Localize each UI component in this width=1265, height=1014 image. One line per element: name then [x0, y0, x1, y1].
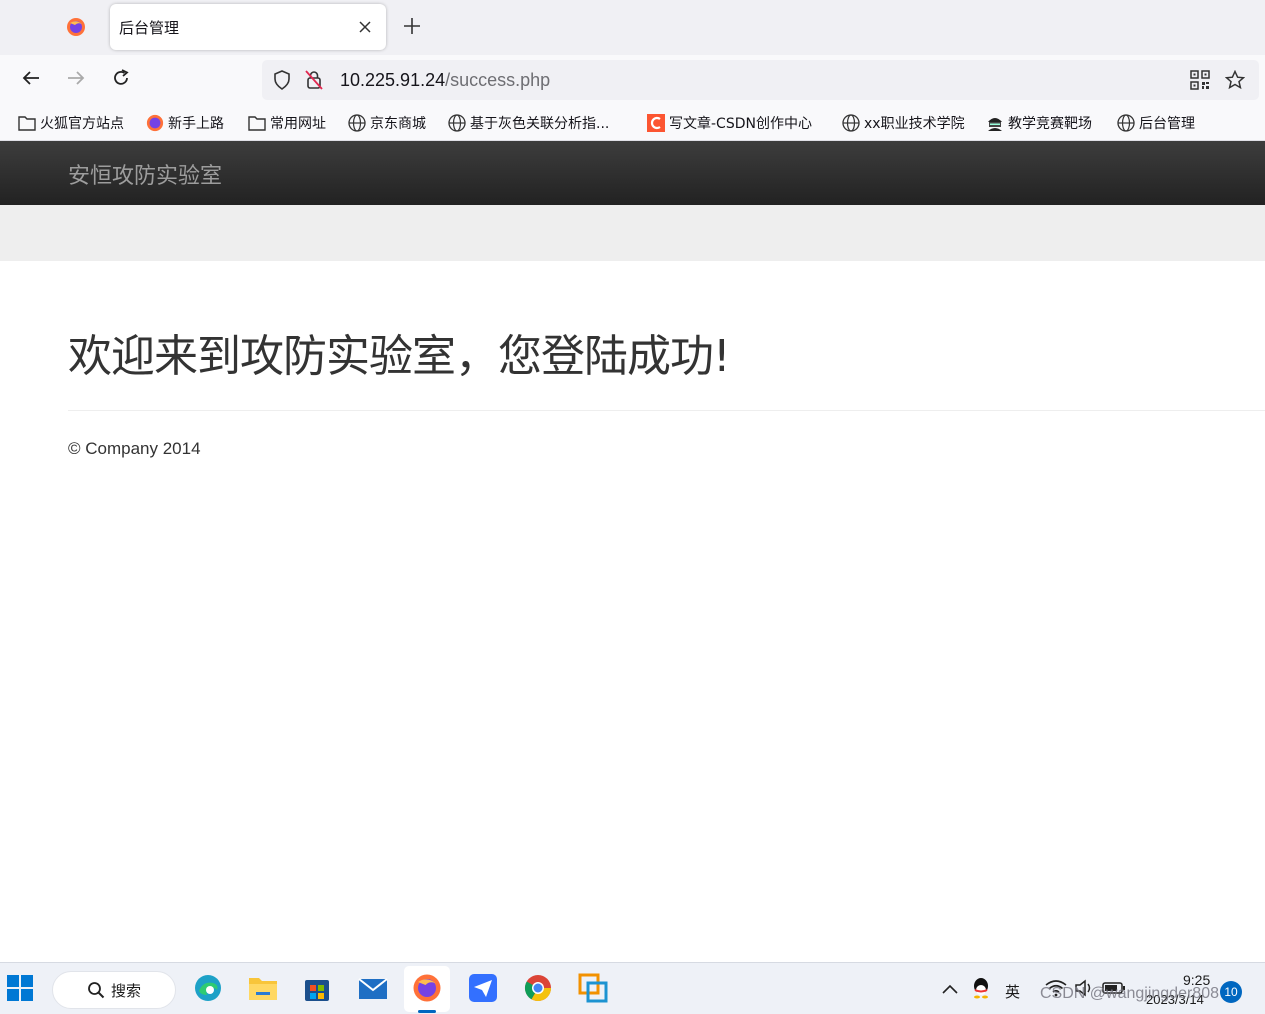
vmware-app[interactable] [577, 973, 609, 1008]
chrome-app[interactable] [522, 974, 554, 1006]
reload-button[interactable] [106, 65, 136, 95]
folder-icon [18, 114, 36, 132]
file-explorer-app[interactable] [247, 974, 279, 1006]
url-text[interactable]: 10.225.91.24/success.php [340, 70, 550, 91]
divider [68, 410, 1265, 411]
ime-indicator[interactable]: 英 [1005, 981, 1020, 1002]
welcome-heading: 欢迎来到攻防实验室，您登陆成功! [68, 331, 731, 382]
globe-icon [448, 114, 466, 132]
forward-button[interactable] [61, 65, 91, 95]
shield-icon[interactable] [272, 70, 292, 90]
firefox-icon [412, 973, 442, 1008]
arrow-left-icon [21, 68, 41, 93]
windows-icon [6, 974, 34, 1007]
bookmark-item[interactable]: xx职业技术学院 [842, 112, 965, 134]
hacker-icon [986, 114, 1004, 132]
bookmark-label: 新手上路 [168, 116, 224, 132]
start-button[interactable] [4, 974, 36, 1006]
bookmark-item[interactable]: 火狐官方站点 [18, 112, 124, 134]
arrow-right-icon [66, 68, 86, 93]
footer-text: © Company 2014 [68, 439, 201, 458]
active-indicator [418, 1010, 436, 1013]
tray-expand-button[interactable] [934, 974, 966, 1006]
bookmark-label: 写文章-CSDN创作中心 [669, 116, 812, 132]
chrome-icon [523, 973, 553, 1008]
penguin-icon [971, 977, 991, 1004]
pinned-tab[interactable] [48, 10, 104, 48]
bookmark-label: 后台管理 [1139, 116, 1195, 132]
folder-icon [248, 975, 278, 1006]
insecure-lock-icon[interactable] [304, 70, 324, 90]
tab-strip: 后台管理 [0, 0, 1265, 55]
jumbotron-band [0, 205, 1265, 261]
bookmark-item[interactable]: 教学竞赛靶场 [986, 112, 1092, 134]
mail-app[interactable] [357, 974, 389, 1006]
reload-icon [111, 68, 131, 93]
store-icon [303, 974, 331, 1007]
firefox-icon [146, 114, 164, 132]
new-tab-button[interactable] [398, 14, 426, 42]
bookmark-label: xx职业技术学院 [864, 116, 965, 132]
vmware-icon [578, 973, 608, 1008]
taskbar-search[interactable]: 搜索 [52, 971, 176, 1009]
site-brand-link[interactable]: 安恒攻防实验室 [68, 158, 222, 190]
bookmark-label: 京东商城 [370, 116, 426, 132]
globe-icon [348, 114, 366, 132]
bookmark-label: 基于灰色关联分析指... [470, 116, 610, 132]
search-icon [87, 981, 105, 1004]
notification-badge[interactable]: 10 [1220, 981, 1242, 1003]
qq-tray-app[interactable] [965, 974, 997, 1006]
firefox-icon [66, 17, 86, 42]
edge-app[interactable] [192, 974, 224, 1006]
bookmark-item[interactable]: 新手上路 [146, 112, 224, 134]
edge-icon [193, 973, 223, 1008]
url-path: /success.php [445, 70, 551, 90]
tab-title: 后台管理 [119, 18, 180, 37]
globe-icon [1117, 114, 1135, 132]
globe-icon [842, 114, 860, 132]
csdn-watermark: CSDN @wangjingder808 [1040, 985, 1219, 1002]
back-button[interactable] [16, 65, 46, 95]
bookmark-label: 火狐官方站点 [40, 116, 124, 132]
paper-plane-icon [468, 973, 498, 1008]
site-navbar: 安恒攻防实验室 [0, 141, 1265, 205]
plus-icon [403, 17, 421, 40]
bookmark-label: 常用网址 [270, 116, 326, 132]
url-bar[interactable]: 10.225.91.24/success.php [262, 60, 1259, 100]
feishu-app[interactable] [467, 973, 499, 1008]
firefox-app[interactable] [411, 974, 443, 1006]
tab-active[interactable]: 后台管理 [110, 4, 386, 50]
search-label: 搜索 [111, 981, 142, 1000]
qr-code-icon[interactable] [1190, 70, 1210, 90]
folder-icon [248, 114, 266, 132]
store-app[interactable] [301, 974, 333, 1006]
star-icon[interactable] [1225, 70, 1245, 90]
bookmark-item[interactable]: 写文章-CSDN创作中心 [647, 112, 812, 134]
close-icon[interactable] [354, 16, 376, 38]
bookmark-label: 教学竞赛靶场 [1008, 116, 1092, 132]
bookmark-item[interactable]: 常用网址 [248, 112, 326, 134]
bookmark-item[interactable]: 后台管理 [1117, 112, 1195, 134]
bookmark-item[interactable]: 京东商城 [348, 112, 426, 134]
chevron-up-icon [942, 981, 958, 999]
navigation-bar: 10.225.91.24/success.php [0, 55, 1265, 104]
bookmarks-toolbar: 火狐官方站点 新手上路 常用网址 京东商城 基于灰色关联分析指... 写文章-C… [0, 104, 1265, 141]
csdn-icon [647, 114, 665, 132]
url-host: 10.225.91.24 [340, 70, 446, 90]
bookmark-item[interactable]: 基于灰色关联分析指... [448, 112, 609, 134]
mail-icon [358, 976, 388, 1005]
